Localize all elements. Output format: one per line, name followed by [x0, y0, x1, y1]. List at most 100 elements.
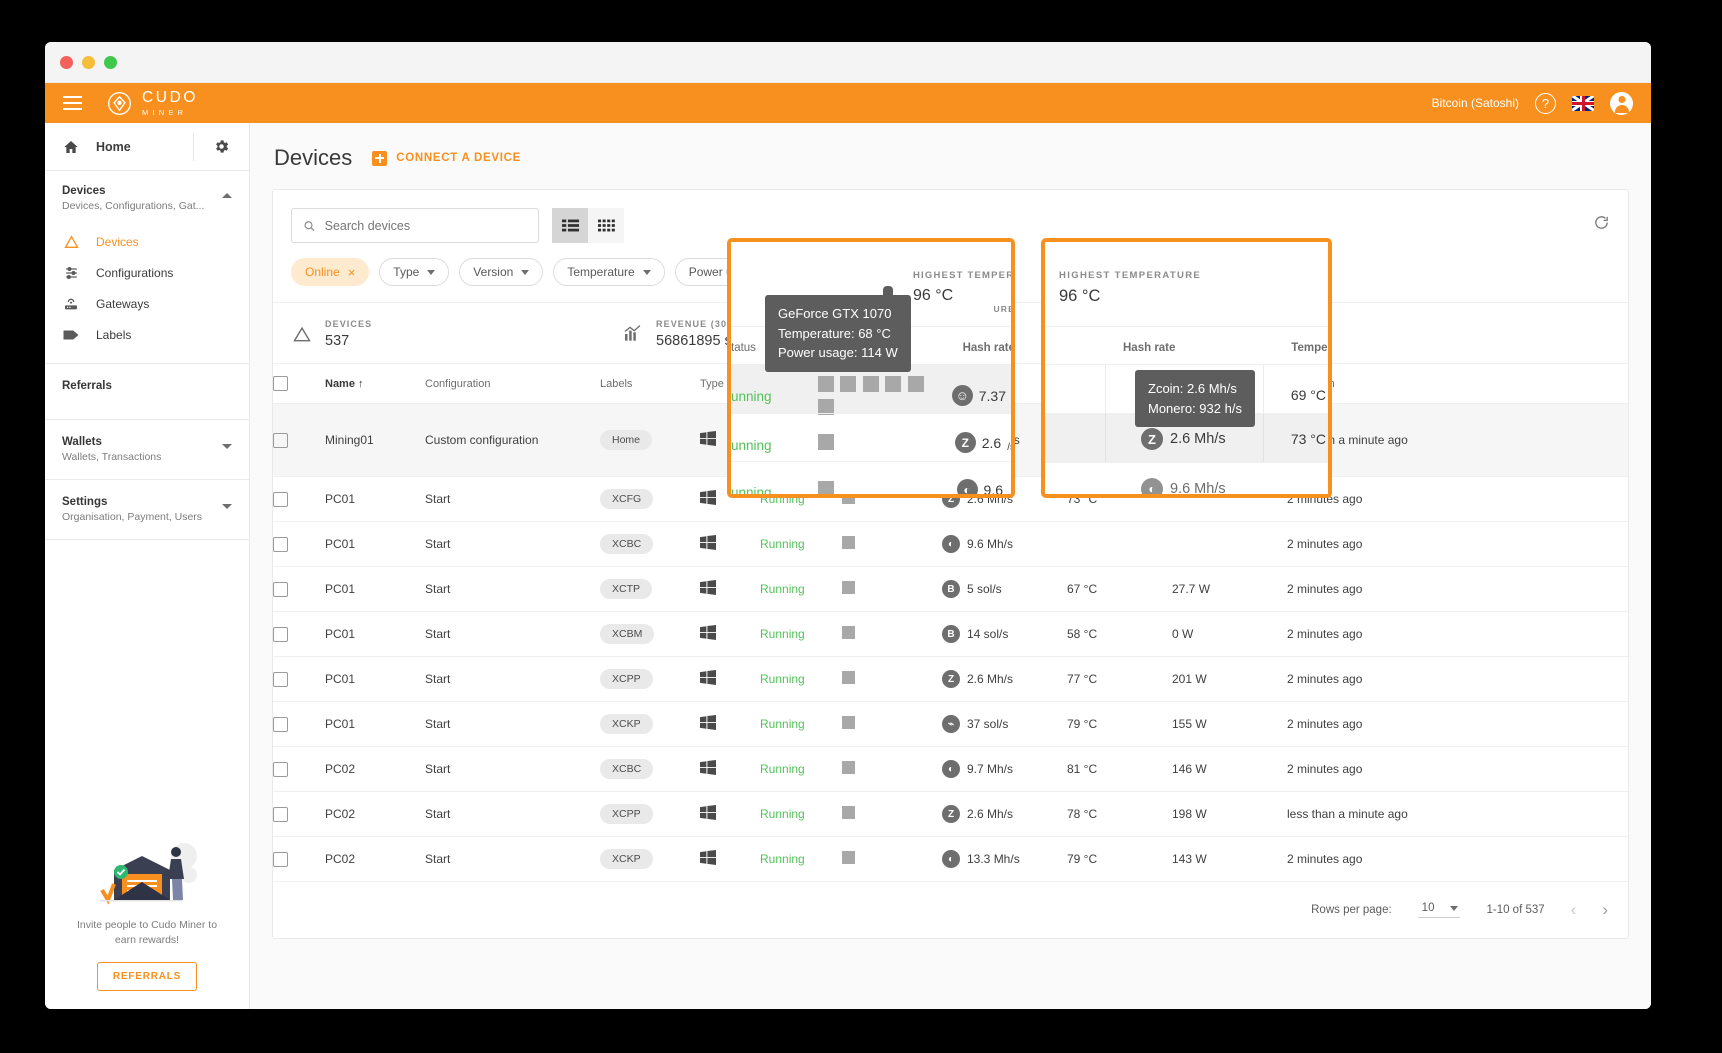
label-pill[interactable]: XCTP [600, 579, 652, 599]
cell-last-seen: 2 minutes ago [1287, 612, 1628, 657]
label-pill[interactable]: XCBM [600, 624, 654, 644]
sidebar-group-devices-header[interactable]: Devices Devices, Configurations, Gat... [62, 185, 232, 212]
window-minimize-button[interactable] [82, 56, 95, 69]
table-row[interactable]: PC01StartXCTPRunningB5 sol/s67 °C27.7 W2… [273, 567, 1628, 612]
sidebar-group-referrals[interactable]: Referrals [45, 364, 249, 420]
sidebar-item-configurations[interactable]: Configurations [62, 257, 232, 288]
chevron-down-icon [521, 270, 529, 275]
row-checkbox[interactable] [273, 807, 288, 822]
label-pill[interactable]: XCKP [600, 714, 653, 734]
cell-name: PC01 [325, 477, 425, 522]
hash-rate-value: 2.6 Mh/s [967, 807, 1013, 821]
sidebar-group-wallets[interactable]: Wallets Wallets, Transactions [45, 420, 249, 480]
table-row[interactable]: PC01StartXCBMRunningB14 sol/s58 °C0 W2 m… [273, 612, 1628, 657]
table-row[interactable]: PC01StartXCBCRunning◐9.6 Mh/s2 minutes a… [273, 522, 1628, 567]
cell-configuration: Custom configuration [425, 404, 600, 477]
chevron-down-icon[interactable] [222, 504, 232, 509]
chevron-down-icon [643, 270, 651, 275]
row-checkbox[interactable] [273, 717, 288, 732]
windows-icon [700, 539, 716, 553]
label-pill[interactable]: XCPP [600, 669, 653, 689]
cell-power-usage: 27.7 W [1172, 567, 1287, 612]
select-all-checkbox[interactable] [273, 376, 288, 391]
row-checkbox[interactable] [273, 627, 288, 642]
envelope-person-illustration [45, 828, 249, 906]
cell-configuration: Start [425, 657, 600, 702]
cell-power-usage: 155 W [1172, 702, 1287, 747]
inset-left-hash-header: Hash rate [963, 342, 1015, 354]
row-checkbox[interactable] [273, 762, 288, 777]
sidebar-group-devices: Devices Devices, Configurations, Gat... … [45, 171, 249, 364]
filter-chip-type[interactable]: Type [379, 258, 449, 286]
sidebar-item-labels[interactable]: Labels [62, 319, 232, 350]
previous-page-button[interactable]: ‹ [1571, 900, 1577, 920]
cell-power-usage: 198 W [1172, 792, 1287, 837]
inset-right-row1-temp: 69 °C [1291, 387, 1326, 403]
cell-last-seen: 2 minutes ago [1287, 477, 1628, 522]
sidebar-item-home[interactable]: Home [45, 139, 193, 155]
coin-icon: B [942, 580, 960, 598]
sidebar-item-labels-label: Labels [96, 328, 131, 342]
row-checkbox[interactable] [273, 492, 288, 507]
help-icon[interactable]: ? [1535, 93, 1556, 114]
filter-chip-online[interactable]: Online × [291, 258, 369, 286]
label-pill[interactable]: Home [600, 430, 652, 450]
sidebar-group-settings[interactable]: Settings Organisation, Payment, Users [45, 480, 249, 540]
inset-left-row2-hash-value: 2.6 [982, 435, 1001, 451]
filter-chip-type-label: Type [393, 265, 419, 279]
hamburger-icon[interactable] [63, 96, 82, 110]
col-configuration[interactable]: Configuration [425, 364, 600, 404]
table-row[interactable]: PC01StartXCKPRunning⌁37 sol/s79 °C155 W2… [273, 702, 1628, 747]
label-pill[interactable]: XCKP [600, 849, 653, 869]
label-pill[interactable]: XCPP [600, 804, 653, 824]
referrals-button[interactable]: REFERRALS [97, 962, 197, 991]
window-close-button[interactable] [60, 56, 73, 69]
filter-chip-version[interactable]: Version [459, 258, 543, 286]
status-badge: Running [760, 717, 805, 731]
cell-power-usage: 143 W [1172, 837, 1287, 882]
brand-logo-group: CUDO MINER [106, 90, 198, 117]
chevron-up-icon[interactable] [222, 193, 232, 198]
window-maximize-button[interactable] [104, 56, 117, 69]
currency-selector[interactable]: Bitcoin (Satoshi) [1432, 96, 1519, 110]
refresh-icon[interactable] [1593, 214, 1610, 236]
label-pill[interactable]: XCFG [600, 489, 653, 509]
row-checkbox[interactable] [273, 537, 288, 552]
sidebar-settings-button[interactable] [194, 138, 249, 155]
col-labels[interactable]: Labels [600, 364, 700, 404]
cell-name: PC01 [325, 612, 425, 657]
sidebar-item-gateways[interactable]: Gateways [62, 288, 232, 319]
search-devices-box[interactable] [291, 208, 539, 243]
account-icon[interactable] [1610, 92, 1633, 115]
inset-left-row3-status: unning [731, 485, 772, 498]
table-row[interactable]: PC01StartXCPPRunningZ2.6 Mh/s77 °C201 W2… [273, 657, 1628, 702]
cell-status: Running [760, 657, 842, 702]
cell-name: PC02 [325, 792, 425, 837]
filter-chip-temperature[interactable]: Temperature [553, 258, 664, 286]
grid-view-icon[interactable] [588, 208, 624, 243]
label-pill[interactable]: XCBC [600, 759, 653, 779]
uk-flag-icon[interactable] [1572, 96, 1594, 111]
connect-a-device-button[interactable]: CONNECT A DEVICE [372, 151, 521, 166]
next-page-button[interactable]: › [1602, 900, 1608, 920]
inset-right-row2-hash: Z 2.6 Mh/s [1141, 428, 1226, 450]
row-checkbox[interactable] [273, 433, 288, 448]
col-name[interactable]: Name ↑ [325, 364, 425, 404]
row-checkbox[interactable] [273, 852, 288, 867]
windows-icon [700, 435, 716, 449]
table-row[interactable]: PC02StartXCBCRunning◐9.7 Mh/s81 °C146 W2… [273, 747, 1628, 792]
row-checkbox[interactable] [273, 582, 288, 597]
table-row[interactable]: PC02StartXCPPRunningZ2.6 Mh/s78 °C198 Wl… [273, 792, 1628, 837]
close-icon[interactable]: × [348, 265, 356, 280]
table-row[interactable]: PC02StartXCKPRunning◐13.3 Mh/s79 °C143 W… [273, 837, 1628, 882]
label-pill[interactable]: XCBC [600, 534, 653, 554]
row-checkbox[interactable] [273, 672, 288, 687]
list-view-icon[interactable] [552, 208, 588, 243]
windows-icon [700, 674, 716, 688]
inset-left-row2-status: unning [731, 438, 772, 453]
sidebar-item-devices[interactable]: Devices [62, 226, 232, 257]
chevron-down-icon[interactable] [222, 444, 232, 449]
col-last-seen[interactable]: Last seen [1287, 364, 1628, 404]
rows-per-page-select[interactable]: 10 [1418, 902, 1461, 918]
search-input[interactable] [325, 219, 527, 233]
